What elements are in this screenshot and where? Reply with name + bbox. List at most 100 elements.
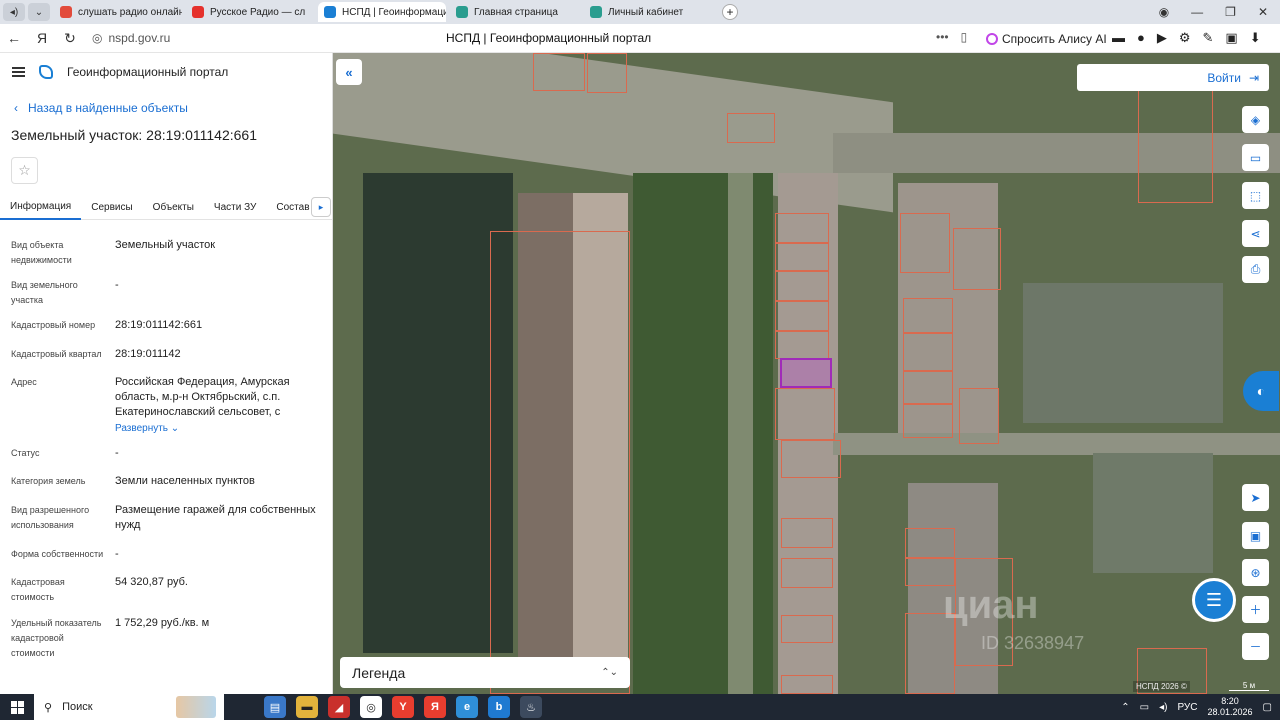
parcel-outline[interactable]: [953, 228, 1001, 290]
parcel-outline[interactable]: [490, 231, 630, 694]
tab-services[interactable]: Сервисы: [81, 194, 142, 220]
tab-information[interactable]: Информация: [0, 194, 82, 220]
site-info-icon[interactable]: ◎: [92, 31, 102, 45]
geo-search-button[interactable]: ⊛: [1242, 559, 1269, 586]
parcel-outline[interactable]: [775, 388, 835, 440]
browser-tab[interactable]: Личный кабинет: [584, 2, 714, 22]
parcel-outline[interactable]: [781, 558, 833, 588]
more-icon[interactable]: •••: [936, 30, 949, 44]
clock[interactable]: 8:20 28.01.2026: [1208, 696, 1253, 718]
login-icon: ⇥: [1248, 70, 1259, 85]
satellite-map[interactable]: циан ID 32638947 « Войти ⇥ ◈ ▭ ⬚ ⋖ ⎙ ◐ ➤…: [333, 53, 1280, 694]
parcel-outline[interactable]: [775, 213, 829, 243]
close-window-icon[interactable]: ✕: [1258, 5, 1268, 19]
extension-icon[interactable]: ●: [1137, 30, 1145, 46]
bing-icon[interactable]: b: [488, 696, 510, 718]
volume-icon[interactable]: ◂): [1159, 702, 1167, 713]
selected-parcel[interactable]: [780, 358, 832, 388]
notifications-icon[interactable]: ▢: [1263, 702, 1272, 713]
url-field[interactable]: ◎ nspd.gov.ru: [92, 31, 292, 45]
language-indicator[interactable]: РУС: [1177, 702, 1197, 713]
parcel-outline[interactable]: [775, 331, 829, 359]
bookmark-icon[interactable]: ▯: [961, 30, 968, 44]
profile-icon[interactable]: ◉: [1159, 5, 1169, 19]
windows-logo-icon: [10, 700, 24, 714]
parcel-outline[interactable]: [533, 53, 585, 91]
parcel-outline[interactable]: [903, 404, 953, 438]
parcel-outline[interactable]: [903, 371, 953, 404]
parcel-outline[interactable]: [905, 558, 955, 586]
new-tab-button[interactable]: +: [722, 4, 738, 20]
chevron-up-icon[interactable]: ⌃: [1121, 702, 1129, 713]
start-button[interactable]: [0, 700, 34, 714]
network-icon[interactable]: ▭: [1140, 702, 1149, 713]
select-area-button[interactable]: ⬚: [1242, 182, 1269, 209]
app-icon[interactable]: ♨: [520, 696, 542, 718]
parcel-outline[interactable]: [1138, 73, 1213, 203]
app-icon[interactable]: ◢: [328, 696, 350, 718]
edge-icon[interactable]: e: [456, 696, 478, 718]
tabs-scroll-right-button[interactable]: ▸: [311, 197, 331, 217]
parcel-outline[interactable]: [781, 440, 841, 478]
print-button[interactable]: ⎙: [1242, 256, 1269, 283]
extension-icon[interactable]: ▬: [1112, 30, 1125, 46]
layers-button[interactable]: ◈: [1242, 106, 1269, 133]
parcel-outline[interactable]: [727, 113, 775, 143]
parcel-outline[interactable]: [775, 301, 829, 331]
extension-icon[interactable]: ▣: [1225, 30, 1237, 46]
assistant-button[interactable]: ◐: [1243, 371, 1279, 411]
info-tabs: Информация Сервисы Объекты Части ЗУ Сост…: [0, 194, 332, 220]
parcel-outline[interactable]: [587, 53, 627, 93]
browser-tab[interactable]: Русское Радио — сл: [186, 2, 314, 22]
locate-button[interactable]: ➤: [1242, 484, 1269, 511]
reload-icon[interactable]: ↻: [56, 30, 84, 47]
downloads-icon[interactable]: ⬇: [1250, 30, 1261, 46]
parcel-outline[interactable]: [775, 243, 829, 271]
taskview-icon[interactable]: ▤: [264, 696, 286, 718]
browser-tab[interactable]: Главная страница: [450, 2, 580, 22]
taskbar-search[interactable]: ⚲ Поиск: [34, 694, 224, 720]
collapse-panel-button[interactable]: «: [336, 59, 362, 85]
extension-icon[interactable]: ▶: [1157, 30, 1167, 46]
parcel-outline[interactable]: [900, 213, 950, 273]
parcel-outline[interactable]: [775, 271, 829, 301]
parcel-outline[interactable]: [781, 615, 833, 643]
share-button[interactable]: ⋖: [1242, 220, 1269, 247]
search-label: Поиск: [62, 701, 93, 713]
menu-icon[interactable]: [12, 67, 25, 77]
restore-icon[interactable]: ❐: [1225, 5, 1236, 19]
login-button[interactable]: Войти ⇥: [1077, 64, 1269, 91]
alice-button[interactable]: Спросить Алису AI: [978, 28, 1115, 49]
back-to-results-link[interactable]: ‹ Назад в найденные объекты: [14, 101, 332, 115]
legend-selector[interactable]: Легенда ⌃⌄: [340, 657, 630, 688]
field-label: Удельный показатель кадастровой стоимост…: [11, 618, 102, 658]
basemap-button[interactable]: ▣: [1242, 522, 1269, 549]
zoom-out-button[interactable]: －: [1242, 633, 1269, 660]
extension-icon[interactable]: ⚙: [1179, 30, 1191, 46]
file-explorer-icon[interactable]: ▬: [296, 696, 318, 718]
parcel-outline[interactable]: [903, 298, 953, 333]
app-icon[interactable]: ◎: [360, 696, 382, 718]
expand-address-link[interactable]: Развернуть ⌄: [115, 421, 327, 436]
back-icon[interactable]: ←: [0, 30, 28, 46]
tab-objects[interactable]: Объекты: [143, 194, 204, 220]
browser-tab[interactable]: слушать радио онлайн бе: [54, 2, 182, 22]
chevron-down-icon[interactable]: ⌄: [28, 3, 50, 21]
sound-icon[interactable]: ◂): [3, 3, 25, 21]
parcel-outline[interactable]: [905, 528, 955, 558]
tab-parts[interactable]: Части ЗУ: [204, 194, 266, 220]
yandex-app-icon[interactable]: Y: [392, 696, 414, 718]
parcel-outline[interactable]: [903, 333, 953, 371]
parcel-outline[interactable]: [959, 388, 999, 444]
parcel-outline[interactable]: [781, 675, 833, 694]
chat-button[interactable]: ☰: [1192, 578, 1236, 622]
browser-tab-active[interactable]: НСПД | Геоинформацио ✕: [318, 2, 446, 22]
extension-icon[interactable]: ✎: [1203, 30, 1214, 46]
minimize-icon[interactable]: —: [1191, 5, 1203, 19]
parcel-outline[interactable]: [781, 518, 833, 548]
yandex-browser-icon[interactable]: Я: [424, 696, 446, 718]
favorite-star-button[interactable]: ☆: [11, 157, 38, 184]
measure-button[interactable]: ▭: [1242, 144, 1269, 171]
yandex-icon[interactable]: Я: [28, 30, 56, 46]
zoom-in-button[interactable]: ＋: [1242, 596, 1269, 623]
